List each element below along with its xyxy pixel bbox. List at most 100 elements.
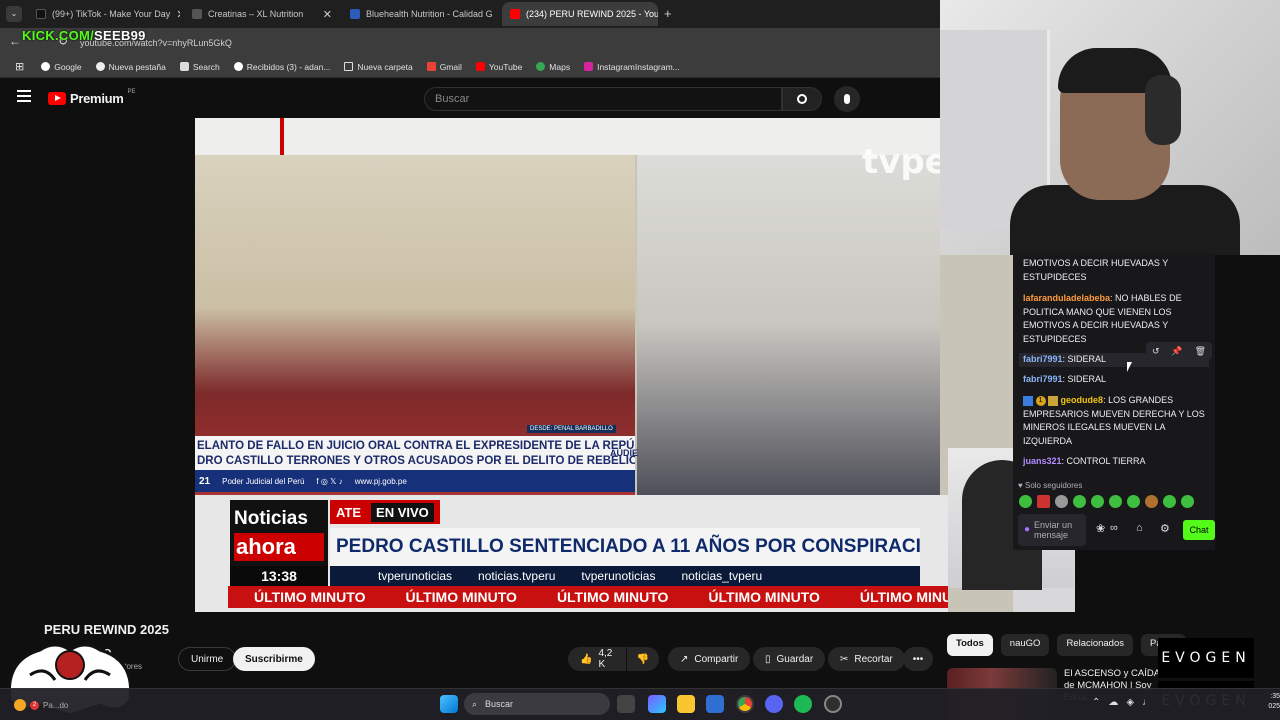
chat-message: lafaranduladelabeba: NO HABLES DE POLITI… (1023, 293, 1182, 344)
browser-tab[interactable]: (99+) TikTok - Make Your Day ✕ (28, 2, 180, 26)
windows-taskbar (0, 688, 1280, 720)
chip-all[interactable]: Todos (947, 634, 993, 656)
emote-icon[interactable] (1037, 495, 1050, 508)
subscribe-button[interactable]: Suscribirme (233, 647, 315, 671)
chat-username[interactable]: fabri7991 (1023, 354, 1063, 364)
chat-username[interactable]: juans321 (1023, 456, 1062, 466)
weather-icon (14, 699, 26, 711)
lower-third-line-1: ELANTO DE FALLO EN JUICIO ORAL CONTRA EL… (197, 440, 635, 452)
close-icon[interactable]: ✕ (170, 8, 180, 21)
bookmark-google[interactable]: Google (34, 62, 88, 72)
ticker-item: ÚLTIMO MINUTO (556, 589, 669, 605)
browser-tab[interactable]: Bluehealth Nutrition - Calidad G ✕ (342, 2, 500, 26)
clip-button[interactable]: ✂ Recortar (828, 647, 905, 671)
more-actions-button[interactable]: ••• (903, 647, 933, 671)
share-button[interactable]: ↗ Compartir (668, 647, 751, 671)
settings-icon[interactable]: ⚙ (1160, 522, 1170, 535)
reply-icon[interactable]: ↺ (1152, 346, 1160, 357)
url-field[interactable]: youtube.com/watch?v=nhyRLun5GkQ (80, 33, 930, 51)
copilot-icon[interactable] (648, 695, 666, 713)
emote-icon[interactable] (1109, 495, 1122, 508)
bookmark-maps[interactable]: Maps (529, 62, 577, 72)
youtube-logo[interactable]: Premium PE (48, 89, 136, 106)
cloud-icon[interactable]: ☁ (1108, 697, 1118, 708)
spotify-icon[interactable] (794, 695, 812, 713)
bookmark-label: Recibidos (3) - adan... (246, 61, 331, 72)
back-icon[interactable]: ← (9, 34, 21, 48)
menu-icon[interactable] (17, 90, 31, 102)
emote-icon[interactable] (1145, 495, 1158, 508)
widget-text: Pa...do (43, 700, 69, 710)
store-icon[interactable]: ⌂ (1136, 522, 1143, 534)
voice-search-button[interactable] (834, 86, 860, 112)
x-handle: noticias_tvperu (681, 569, 763, 583)
chip-channel[interactable]: nauGO (1000, 634, 1050, 656)
close-icon[interactable]: ✕ (317, 8, 332, 21)
save-button[interactable]: ▯ Guardar (753, 647, 826, 671)
search-input[interactable]: Buscar (424, 87, 782, 111)
emote-icon[interactable] (1181, 495, 1194, 508)
chat-username[interactable]: fabri7991 (1023, 374, 1063, 384)
chip-related[interactable]: Relacionados (1057, 634, 1134, 656)
chat-username[interactable]: geodude8 (1061, 395, 1104, 405)
task-view-icon[interactable] (617, 695, 635, 713)
taskbar-clock[interactable]: :35 025 (1254, 692, 1280, 712)
tab-title: (234) PERU REWIND 2025 - You (526, 9, 658, 19)
chat-send-input[interactable]: ● Enviar un mensaje (1018, 514, 1086, 546)
bookmark-instagram[interactable]: InstagramInstagram... (577, 62, 687, 72)
search-button[interactable] (782, 87, 822, 111)
apps-grid-icon[interactable]: ⊞ (8, 60, 34, 73)
pin-icon[interactable]: 📌 (1171, 346, 1182, 357)
widgets-button[interactable]: 2 Pa...do (14, 694, 104, 716)
video-close-up-image (637, 155, 940, 495)
google-icon (233, 62, 243, 71)
chat-username[interactable]: lafaranduladelabeba (1023, 293, 1110, 303)
windows-start-icon[interactable] (440, 695, 458, 713)
chrome-icon[interactable] (736, 695, 754, 713)
video-top-strip (195, 118, 940, 155)
emote-icon[interactable] (1163, 495, 1176, 508)
new-tab-button[interactable]: + (664, 6, 672, 21)
bookmark-recibidos[interactable]: Recibidos (3) - adan... (227, 62, 338, 72)
emote-picker-icon[interactable]: ❀ (1096, 522, 1105, 535)
tab-list-chevron-icon[interactable]: ⌄ (6, 6, 22, 22)
bookmark-search[interactable]: Search (173, 62, 227, 72)
bookmark-nueva-pestana[interactable]: Nueva pestaña (89, 62, 173, 72)
bookmark-label: Maps (549, 61, 571, 72)
bookmark-gmail[interactable]: Gmail (420, 62, 469, 72)
browser-tab-strip: ⌄ (99+) TikTok - Make Your Day ✕ Creatin… (0, 0, 940, 28)
chat-message: juans321: CONTROL TIERRA (1023, 456, 1146, 466)
taskbar-search[interactable]: ⌕ Buscar (464, 693, 610, 715)
browser-tab-active[interactable]: (234) PERU REWIND 2025 - You ✕ (502, 2, 658, 26)
browser-tab[interactable]: Creatinas – XL Nutrition ✕ (184, 2, 340, 26)
link-icon[interactable]: ∞ (1110, 522, 1118, 534)
video-red-accent (280, 118, 284, 155)
close-icon[interactable]: ✕ (493, 8, 500, 21)
chat-send-button[interactable]: Chat (1183, 520, 1215, 540)
join-button[interactable]: Unirme (178, 647, 237, 671)
obs-icon[interactable] (824, 695, 842, 713)
bookmark-youtube[interactable]: YouTube (469, 62, 529, 72)
chevron-up-icon[interactable]: ⌃ (1092, 697, 1100, 708)
bookmark-nueva-carpeta[interactable]: Nueva carpeta (337, 62, 419, 72)
delete-icon[interactable]: 🗑 (1195, 346, 1206, 357)
like-button[interactable]: 👍 4,2 K (568, 647, 626, 671)
folder-icon (344, 62, 354, 71)
emote-icon[interactable] (1091, 495, 1104, 508)
emote-icon[interactable] (1019, 495, 1032, 508)
microphone-icon[interactable]: ♩ (1142, 697, 1152, 708)
social-icons: f ◎ 𝕏 ♪ (316, 476, 343, 486)
store-icon[interactable] (706, 695, 724, 713)
file-explorer-icon[interactable] (677, 695, 695, 713)
microphone-icon[interactable]: ● (1024, 525, 1030, 535)
kick-overlay-label: KICK.COM/SEEB99 (22, 28, 146, 43)
dislike-button[interactable]: 👎 (627, 647, 659, 671)
network-icon[interactable]: ◈ (1126, 697, 1134, 708)
bookmark-label: Gmail (439, 61, 462, 72)
emote-icon[interactable] (1073, 495, 1086, 508)
emote-bar (1019, 495, 1209, 511)
like-count: 4,2 K (598, 648, 613, 670)
discord-icon[interactable] (765, 695, 783, 713)
emote-icon[interactable] (1055, 495, 1068, 508)
emote-icon[interactable] (1127, 495, 1140, 508)
